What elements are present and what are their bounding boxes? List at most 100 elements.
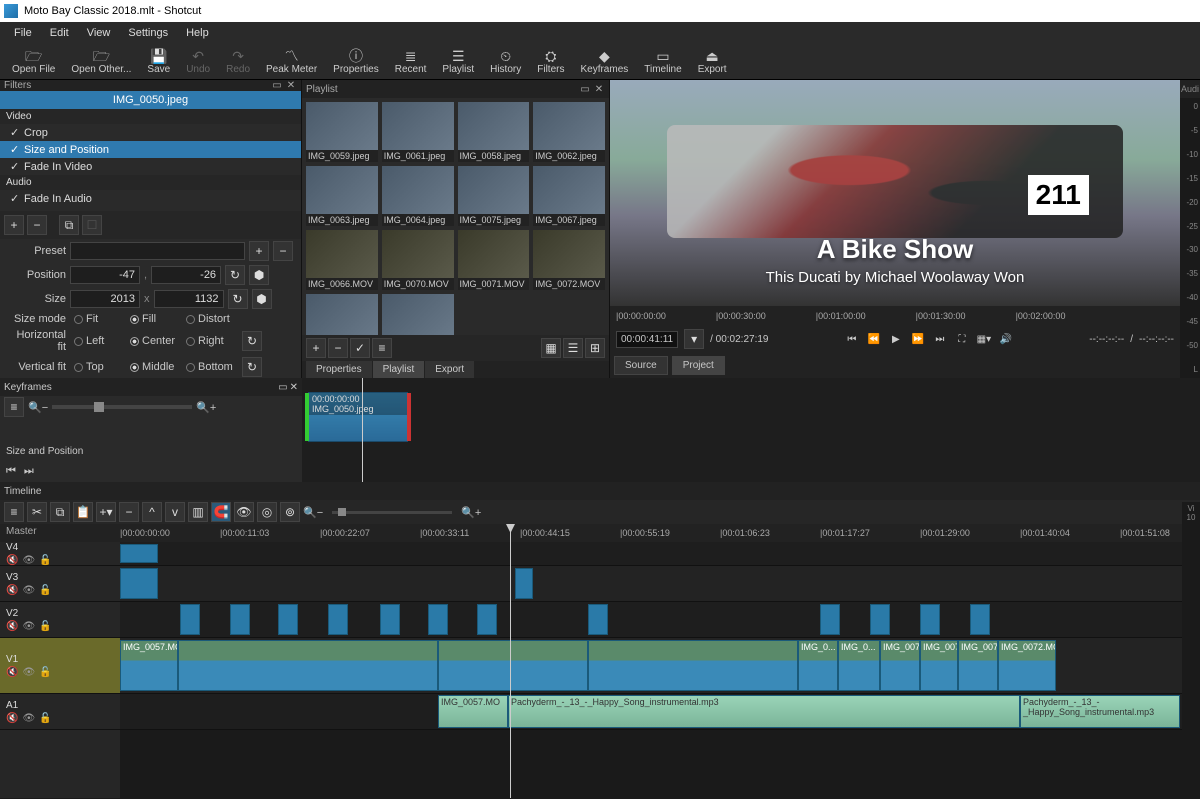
menu-edit[interactable]: Edit bbox=[42, 25, 77, 41]
timeline-clip[interactable] bbox=[438, 640, 588, 691]
playlist-tab-export[interactable]: Export bbox=[425, 361, 474, 378]
export-button[interactable]: ⏏Export bbox=[690, 47, 735, 77]
playlist-item[interactable]: IMG_0066.MOV bbox=[306, 230, 378, 290]
preview-tab-project[interactable]: Project bbox=[672, 356, 725, 375]
track-row-v2[interactable] bbox=[120, 602, 1200, 638]
track-row-v1[interactable]: IMG_0057.MOVIMG_0...IMG_0...IMG_007...IM… bbox=[120, 638, 1200, 694]
paste-filter-button[interactable]: ☐ bbox=[82, 215, 102, 235]
tl-overwrite-button[interactable]: v bbox=[165, 502, 185, 522]
menu-settings[interactable]: Settings bbox=[120, 25, 176, 41]
tl-cut-button[interactable]: ✂ bbox=[27, 502, 47, 522]
playlist-view-grid-button[interactable]: ▦ bbox=[541, 338, 561, 358]
playlist-view-icons-button[interactable]: ⊞ bbox=[585, 338, 605, 358]
position-keyframe-button[interactable]: ⬢ bbox=[249, 265, 269, 285]
restore-icon[interactable]: ▭ bbox=[579, 84, 591, 95]
tl-menu-button[interactable]: ≡ bbox=[4, 502, 24, 522]
timeline-clip[interactable] bbox=[278, 604, 298, 635]
sizemode-row-fill[interactable]: Fill bbox=[130, 313, 178, 325]
recent-button[interactable]: ≣Recent bbox=[387, 47, 435, 77]
history-button[interactable]: ⏲History bbox=[482, 47, 529, 77]
timeline-clip[interactable] bbox=[380, 604, 400, 635]
track-row-v4[interactable] bbox=[120, 542, 1200, 566]
kf-playhead[interactable] bbox=[362, 378, 363, 482]
sizemode-row-distort[interactable]: Distort bbox=[186, 313, 234, 325]
playlist-item[interactable]: IMG_0059.jpeg bbox=[306, 102, 378, 162]
timeline-clip[interactable] bbox=[180, 604, 200, 635]
playlist-check-button[interactable]: ✓ bbox=[350, 338, 370, 358]
track-header-v3[interactable]: V3🔇👁🔓 bbox=[0, 566, 120, 602]
timeline-playhead[interactable] bbox=[510, 524, 511, 798]
tl-zoom-slider[interactable] bbox=[332, 511, 452, 514]
filter-item-size-and-position[interactable]: ✓Size and Position bbox=[0, 141, 301, 158]
timeline-clip[interactable]: IMG_007... bbox=[920, 640, 958, 691]
restore-icon[interactable]: ▭ bbox=[278, 382, 287, 393]
kf-zoom-slider[interactable] bbox=[52, 405, 192, 409]
position-x-input[interactable] bbox=[70, 266, 140, 284]
skip-next-button[interactable]: ⏭ bbox=[932, 331, 948, 347]
tl-scrub-button[interactable]: 👁 bbox=[234, 502, 254, 522]
kf-next-button[interactable]: ⏭ bbox=[24, 465, 34, 478]
timeline-clip[interactable] bbox=[178, 640, 438, 691]
sizemode-row-fit[interactable]: Fit bbox=[74, 313, 122, 325]
tl-snap-button[interactable]: 🧲 bbox=[211, 502, 231, 522]
menu-help[interactable]: Help bbox=[178, 25, 217, 41]
timeline-clip[interactable]: IMG_0072.MOV bbox=[998, 640, 1056, 691]
timeline-clip[interactable] bbox=[328, 604, 348, 635]
tl-copy-button[interactable]: ⧉ bbox=[50, 502, 70, 522]
preset-remove-button[interactable]: − bbox=[273, 241, 293, 261]
add-filter-button[interactable]: + bbox=[4, 215, 24, 235]
size-w-input[interactable] bbox=[70, 290, 140, 308]
timeline-clip[interactable] bbox=[515, 568, 533, 599]
playlist-item[interactable]: IMG_0076.jpeg bbox=[382, 294, 454, 335]
menu-view[interactable]: View bbox=[79, 25, 119, 41]
peak-meter-button[interactable]: 〽Peak Meter bbox=[258, 47, 325, 77]
timeline-clip[interactable] bbox=[588, 640, 798, 691]
tl-remove-button[interactable]: − bbox=[119, 502, 139, 522]
hfit-row-center[interactable]: Center bbox=[130, 335, 178, 347]
timeline-clip[interactable] bbox=[870, 604, 890, 635]
timeline-ruler[interactable]: |00:00:00:00|00:00:11:03|00:00:22:07|00:… bbox=[120, 524, 1200, 542]
filter-item-fade-in-audio[interactable]: ✓Fade In Audio bbox=[0, 190, 301, 207]
playlist-add-button[interactable]: + bbox=[306, 338, 326, 358]
remove-filter-button[interactable]: − bbox=[27, 215, 47, 235]
properties-button[interactable]: ⓘProperties bbox=[325, 47, 387, 77]
size-h-input[interactable] bbox=[154, 290, 224, 308]
rewind-button[interactable]: ⏪ bbox=[866, 331, 882, 347]
zoom-out-icon[interactable]: 🔍− bbox=[28, 401, 48, 414]
vfit-row-middle[interactable]: Middle bbox=[130, 361, 178, 373]
filter-item-crop[interactable]: ✓Crop bbox=[0, 124, 301, 141]
hfit-row-reset[interactable]: ↻ bbox=[242, 331, 262, 351]
undo-button[interactable]: ↶Undo bbox=[178, 47, 218, 77]
playlist-remove-button[interactable]: − bbox=[328, 338, 348, 358]
zoom-in-icon[interactable]: 🔍+ bbox=[196, 401, 216, 414]
playlist-button[interactable]: ☰Playlist bbox=[434, 47, 482, 77]
preset-add-button[interactable]: + bbox=[249, 241, 269, 261]
play-button[interactable]: ▶ bbox=[888, 331, 904, 347]
track-header-a1[interactable]: A1🔇👁🔓 bbox=[0, 694, 120, 730]
timeline-clip[interactable] bbox=[970, 604, 990, 635]
playlist-view-list-button[interactable]: ☰ bbox=[563, 338, 583, 358]
vfit-row-reset[interactable]: ↻ bbox=[242, 357, 262, 377]
timeline-clip[interactable]: IMG_007... bbox=[958, 640, 998, 691]
playlist-item[interactable]: IMG_0071.MOV bbox=[458, 230, 530, 290]
track-header-v2[interactable]: V2🔇👁🔓 bbox=[0, 602, 120, 638]
position-y-input[interactable] bbox=[151, 266, 221, 284]
grid-button[interactable]: ▦▾ bbox=[976, 331, 992, 347]
copy-filter-button[interactable]: ⧉ bbox=[59, 215, 79, 235]
filter-item-fade-in-video[interactable]: ✓Fade In Video bbox=[0, 158, 301, 175]
timeline-clip[interactable]: IMG_0057.MO bbox=[438, 695, 508, 728]
size-keyframe-button[interactable]: ⬢ bbox=[252, 289, 272, 309]
playlist-item[interactable]: IMG_0064.jpeg bbox=[382, 166, 454, 226]
tl-ripple-all-button[interactable]: ⊚ bbox=[280, 502, 300, 522]
kf-prev-button[interactable]: ⏮ bbox=[6, 465, 16, 478]
filters-button[interactable]: ⛭Filters bbox=[529, 47, 572, 77]
forward-button[interactable]: ⏩ bbox=[910, 331, 926, 347]
timeline-clip[interactable]: IMG_0... bbox=[838, 640, 880, 691]
keyframes-button[interactable]: ◆Keyframes bbox=[572, 47, 636, 77]
save-button[interactable]: 💾Save bbox=[139, 47, 178, 77]
position-reset-button[interactable]: ↻ bbox=[225, 265, 245, 285]
preview-tab-source[interactable]: Source bbox=[614, 356, 668, 375]
playlist-tab-playlist[interactable]: Playlist bbox=[373, 361, 425, 378]
keyframes-timeline[interactable]: 00:00:00:00 IMG_0050.jpeg bbox=[302, 378, 1200, 482]
vfit-row-bottom[interactable]: Bottom bbox=[186, 361, 234, 373]
